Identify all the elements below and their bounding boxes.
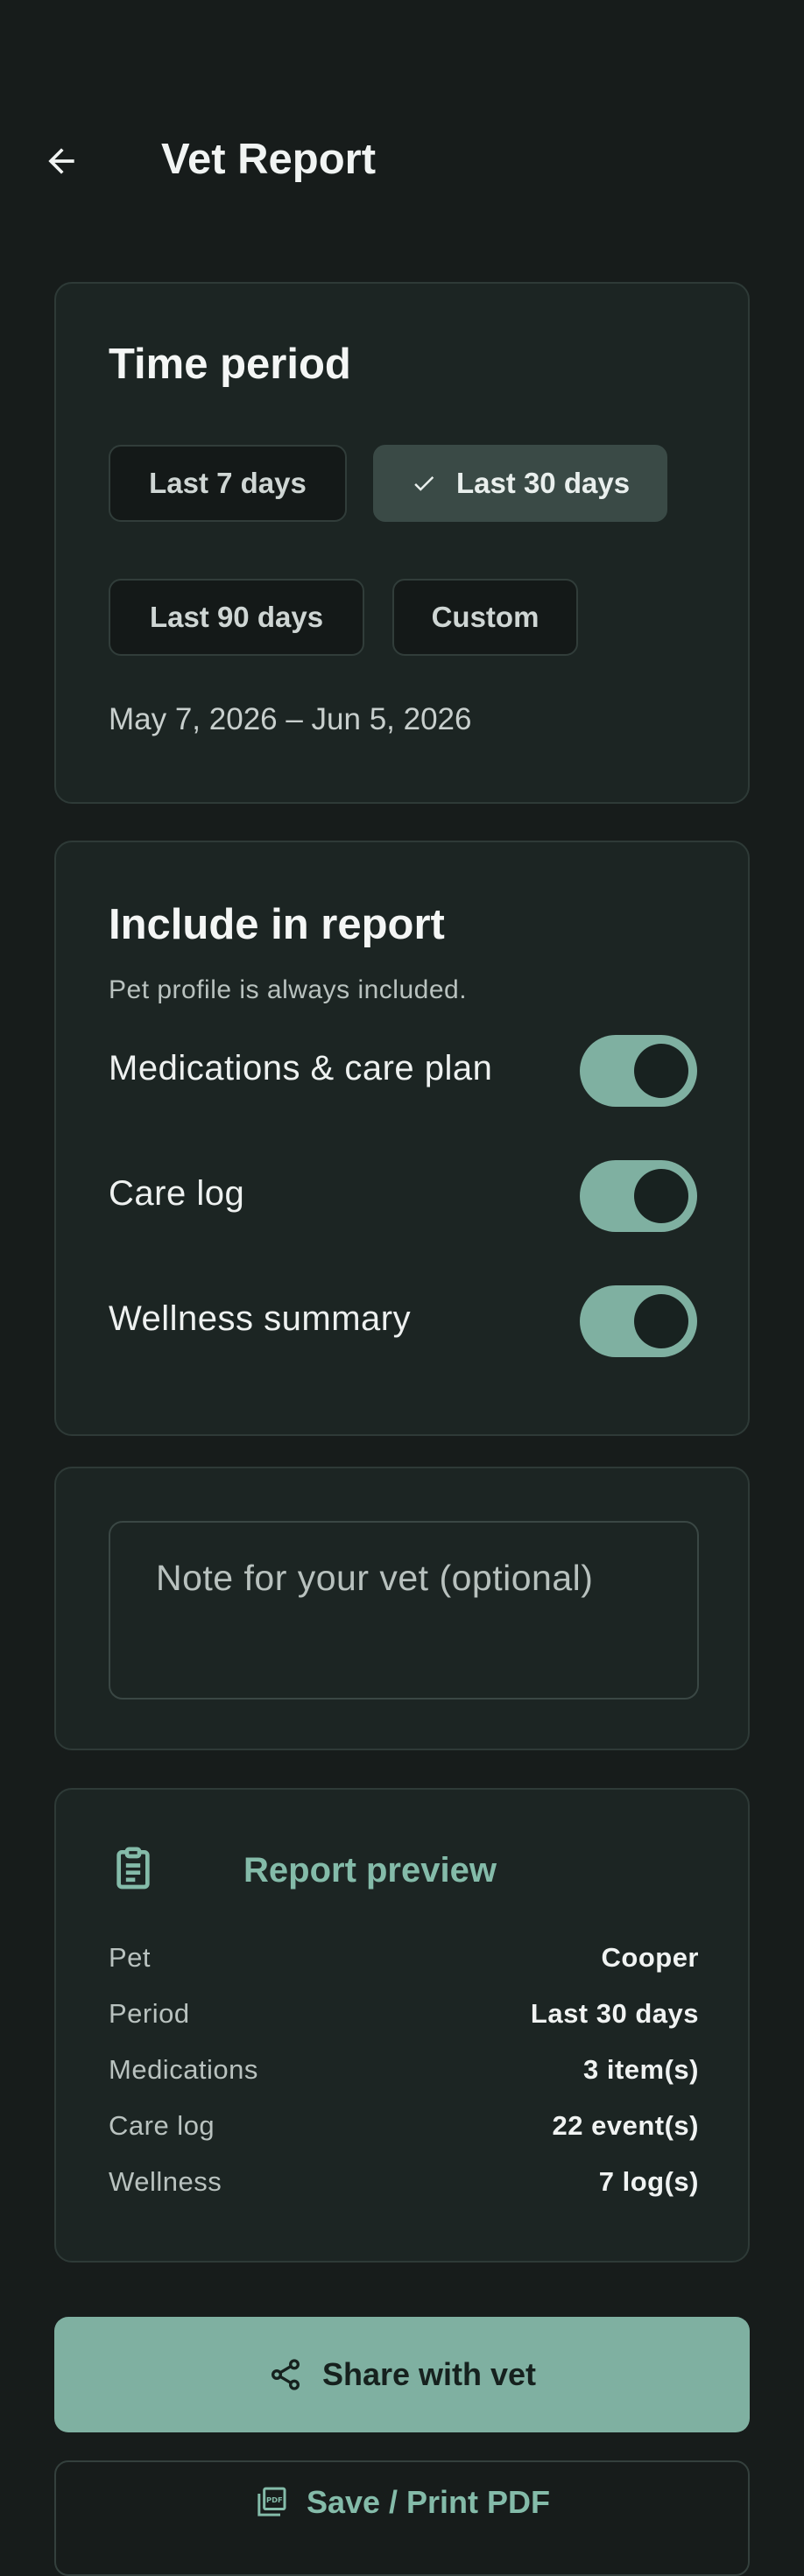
chip-last-90-days[interactable]: Last 90 days	[109, 579, 364, 656]
chip-label: Custom	[431, 601, 540, 633]
toggle-row-care-log: Care log	[109, 1160, 697, 1234]
save-print-pdf-button[interactable]: PDF Save / Print PDF	[54, 2460, 750, 2576]
switch-knob	[634, 1294, 688, 1348]
preview-key: Period	[109, 1998, 190, 2029]
vet-note-placeholder: Note for your vet (optional)	[156, 1558, 594, 1598]
preview-header: Report preview	[109, 1842, 634, 1895]
switch-knob	[634, 1044, 688, 1098]
date-range-text: May 7, 2026 – Jun 5, 2026	[109, 702, 472, 736]
share-with-vet-button[interactable]: Share with vet	[54, 2317, 750, 2432]
toggle-label: Care log	[109, 1174, 245, 1213]
include-subtitle: Pet profile is always included.	[109, 975, 468, 1004]
preview-row-period: Period Last 30 days	[109, 1998, 699, 2037]
preview-row-pet: Pet Cooper	[109, 1942, 699, 1981]
chip-last-7-days[interactable]: Last 7 days	[109, 445, 347, 522]
chip-label: Last 7 days	[149, 467, 307, 499]
preview-key: Care log	[109, 2110, 215, 2141]
preview-value: 3 item(s)	[583, 2054, 699, 2085]
preview-value: Cooper	[601, 1942, 699, 1973]
clipboard-icon	[109, 1842, 158, 1899]
time-period-card: Time period Last 7 days Last 30 days Las…	[54, 282, 750, 804]
arrow-left-icon	[48, 148, 74, 174]
preview-row-care-log: Care log 22 event(s)	[109, 2110, 699, 2149]
chip-custom[interactable]: Custom	[392, 579, 578, 656]
share-icon	[268, 2357, 303, 2392]
preview-row-medications: Medications 3 item(s)	[109, 2054, 699, 2093]
preview-key: Wellness	[109, 2166, 222, 2197]
toggle-label: Medications & care plan	[109, 1049, 493, 1087]
back-button[interactable]	[37, 137, 86, 186]
include-card: Include in report Pet profile is always …	[54, 841, 750, 1436]
preview-key: Medications	[109, 2054, 258, 2085]
care-log-switch[interactable]	[580, 1160, 697, 1232]
medications-switch[interactable]	[580, 1035, 697, 1107]
top-app-bar: Vet Report	[0, 123, 804, 193]
include-title: Include in report	[109, 901, 445, 948]
toggle-label: Wellness summary	[109, 1299, 412, 1338]
time-period-title: Time period	[109, 341, 351, 388]
preview-value: 7 log(s)	[598, 2166, 699, 2197]
preview-value: 22 event(s)	[552, 2110, 699, 2141]
preview-title: Report preview	[243, 1851, 497, 1890]
vet-note-field[interactable]: Note for your vet (optional)	[109, 1521, 699, 1700]
wellness-switch[interactable]	[580, 1285, 697, 1357]
preview-key: Pet	[109, 1942, 152, 1973]
toggle-row-wellness: Wellness summary	[109, 1285, 697, 1359]
note-card: Note for your vet (optional)	[54, 1467, 750, 1750]
toggle-row-medications: Medications & care plan	[109, 1035, 697, 1109]
check-icon	[411, 470, 437, 496]
preview-row-wellness: Wellness 7 log(s)	[109, 2166, 699, 2205]
chip-label: Last 30 days	[455, 467, 631, 499]
share-label: Share with vet	[321, 2356, 537, 2392]
chip-label: Last 90 days	[149, 601, 324, 633]
chip-last-30-days[interactable]: Last 30 days	[373, 445, 667, 522]
page-title: Vet Report	[161, 136, 377, 183]
switch-knob	[634, 1169, 688, 1223]
preview-value: Last 30 days	[530, 1998, 699, 2029]
save-label: Save / Print PDF	[306, 2484, 551, 2520]
report-preview-card: Report preview Pet Cooper Period Last 30…	[54, 1788, 750, 2263]
pdf-icon: PDF	[254, 2485, 289, 2520]
svg-text:PDF: PDF	[266, 2495, 283, 2504]
